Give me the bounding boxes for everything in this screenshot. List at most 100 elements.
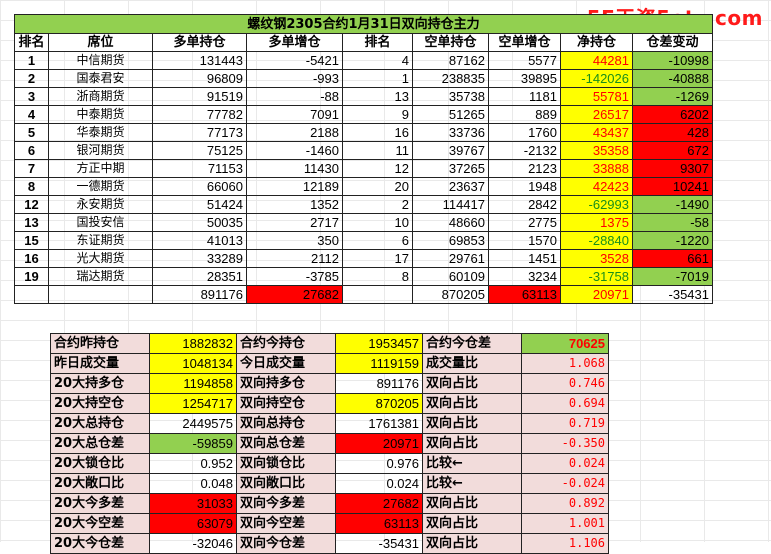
col-header: 空单增仓 xyxy=(488,33,561,52)
table-cell: -1220 xyxy=(632,231,713,250)
summary-label: 双向占比 xyxy=(422,433,522,454)
table-cell xyxy=(342,285,413,304)
table-cell: 55781 xyxy=(560,87,633,106)
col-header: 多单增仓 xyxy=(246,33,343,52)
table-cell: -3785 xyxy=(246,267,343,286)
table-cell: 238835 xyxy=(412,69,489,88)
table-cell: -31758 xyxy=(560,267,633,286)
summary-label: 20大持空仓 xyxy=(50,393,150,414)
table-cell: 2188 xyxy=(246,123,343,142)
table-cell: 889 xyxy=(488,105,561,124)
table-cell: 1 xyxy=(342,69,413,88)
table-cell: 39895 xyxy=(488,69,561,88)
broker-name: 方正中期 xyxy=(48,159,153,178)
table-cell: 9307 xyxy=(632,159,713,178)
table-cell: 1570 xyxy=(488,231,561,250)
summary-value: 63079 xyxy=(149,513,237,534)
summary-value: -0.024 xyxy=(521,473,609,494)
broker-name: 光大期货 xyxy=(48,249,153,268)
summary-value: 0.694 xyxy=(521,393,609,414)
summary-row: 20大今仓差 -32046 双向今仓差 -35431 双向占比 1.106 xyxy=(50,533,609,554)
table-cell: 6202 xyxy=(632,105,713,124)
table-cell: -2132 xyxy=(488,141,561,160)
table-row: 2 国泰君安 96809 -993 1 238835 39895 -142026 -40888 xyxy=(14,69,713,88)
table-cell: -58 xyxy=(632,213,713,232)
summary-label: 双向总仓差 xyxy=(236,433,336,454)
table-cell: -10998 xyxy=(632,51,713,70)
table-cell: 69853 xyxy=(412,231,489,250)
summary-label: 双向敞口比 xyxy=(236,473,336,494)
summary-row: 合约昨持仓 1882832 合约今持仓 1953457 合约今仓差 70625 xyxy=(50,333,609,354)
table-cell: 6 xyxy=(14,141,49,160)
summary-label: 20大敞口比 xyxy=(50,473,150,494)
table-cell: 33289 xyxy=(152,249,247,268)
table-row: 3 浙商期货 91519 -88 13 35738 1181 55781 -1269 xyxy=(14,87,713,106)
table-cell: 1352 xyxy=(246,195,343,214)
summary-row: 20大总仓差 -59859 双向总仓差 20971 双向占比 -0.350 xyxy=(50,433,609,454)
table-cell: 7091 xyxy=(246,105,343,124)
summary-row: 20大持多仓 1194858 双向持多仓 891176 双向占比 0.746 xyxy=(50,373,609,394)
table-cell: 77173 xyxy=(152,123,247,142)
table-cell: 2 xyxy=(14,69,49,88)
table-cell: 6 xyxy=(342,231,413,250)
table-cell: 1948 xyxy=(488,177,561,196)
header-row: 排名 席位 多单持仓 多单增仓 排名 空单持仓 空单增仓 净持仓 仓差变动 xyxy=(14,33,713,52)
summary-label: 合约今持仓 xyxy=(236,333,336,354)
col-header: 席位 xyxy=(48,33,153,52)
summary-value: 0.952 xyxy=(149,453,237,474)
summary-value: 870205 xyxy=(335,393,423,414)
table-cell: 60109 xyxy=(412,267,489,286)
table-body: 1 中信期货 131443 -5421 4 87162 5577 44281 -10998 2 国泰… xyxy=(14,51,713,286)
table-cell: 33736 xyxy=(412,123,489,142)
total-short-change: 63113 xyxy=(488,285,561,304)
table-cell: 2112 xyxy=(246,249,343,268)
table-cell: -7019 xyxy=(632,267,713,286)
table-cell: 71153 xyxy=(152,159,247,178)
table-cell: 13 xyxy=(342,87,413,106)
summary-value: 27682 xyxy=(335,493,423,514)
table-cell: 4 xyxy=(14,105,49,124)
summary-row: 20大今多差 31033 双向今多差 27682 双向占比 0.892 xyxy=(50,493,609,514)
summary-value: -35431 xyxy=(335,533,423,554)
total-diff: -35431 xyxy=(632,285,713,304)
table-cell: 3528 xyxy=(560,249,633,268)
table-cell: 4 xyxy=(342,51,413,70)
col-header: 排名 xyxy=(342,33,413,52)
summary-value: 891176 xyxy=(335,373,423,394)
table-cell: 75125 xyxy=(152,141,247,160)
table-cell: 428 xyxy=(632,123,713,142)
table-cell: 1375 xyxy=(560,213,633,232)
col-header: 排名 xyxy=(14,33,49,52)
table-cell: 1760 xyxy=(488,123,561,142)
summary-value: 20971 xyxy=(335,433,423,454)
summary-value: 1953457 xyxy=(335,333,423,354)
table-row: 1 中信期货 131443 -5421 4 87162 5577 44281 -10998 xyxy=(14,51,713,70)
broker-name: 国投安信 xyxy=(48,213,153,232)
table-cell: 51265 xyxy=(412,105,489,124)
summary-label: 双向今空差 xyxy=(236,513,336,534)
table-cell: 12 xyxy=(342,159,413,178)
table-cell: -142026 xyxy=(560,69,633,88)
table-cell: 87162 xyxy=(412,51,489,70)
table-cell: -40888 xyxy=(632,69,713,88)
summary-value: 70625 xyxy=(521,333,609,354)
table-cell: 11 xyxy=(342,141,413,160)
broker-name: 国泰君安 xyxy=(48,69,153,88)
summary-label: 双向占比 xyxy=(422,393,522,414)
table-cell: 7 xyxy=(14,159,49,178)
summary-label: 双向今多差 xyxy=(236,493,336,514)
table-cell: 350 xyxy=(246,231,343,250)
broker-name: 瑞达期货 xyxy=(48,267,153,286)
table-row: 16 光大期货 33289 2112 17 29761 1451 3528 661 xyxy=(14,249,713,268)
table-cell: 43437 xyxy=(560,123,633,142)
summary-value: 1119159 xyxy=(335,353,423,374)
table-cell: 1 xyxy=(14,51,49,70)
table-title: 螺纹钢2305合约1月31日双向持仓主力 xyxy=(14,14,713,34)
table-row: 13 国投安信 50035 2717 10 48660 2775 1375 -58 xyxy=(14,213,713,232)
broker-name: 永安期货 xyxy=(48,195,153,214)
total-long: 891176 xyxy=(152,285,247,304)
summary-row: 20大总持仓 2449575 双向总持仓 1761381 双向占比 0.719 xyxy=(50,413,609,434)
broker-name: 东证期货 xyxy=(48,231,153,250)
table-cell: 16 xyxy=(342,123,413,142)
table-cell: 48660 xyxy=(412,213,489,232)
